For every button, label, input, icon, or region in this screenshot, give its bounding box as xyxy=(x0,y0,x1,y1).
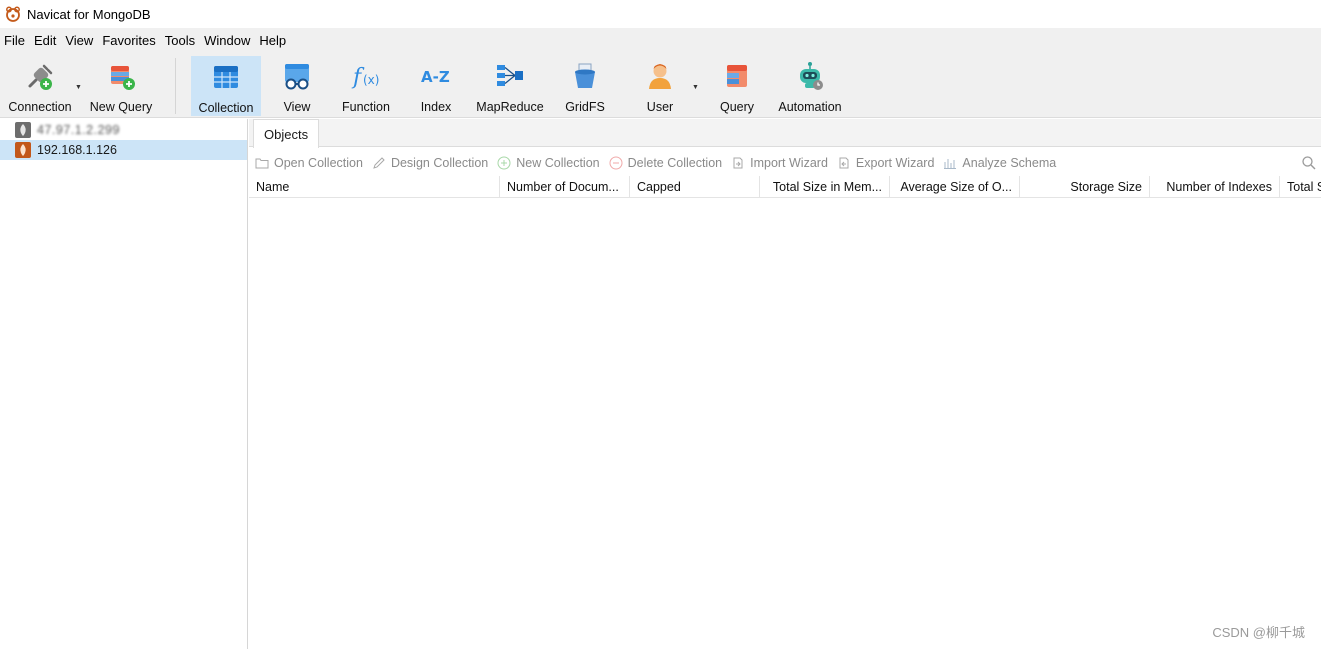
new-collection-label: New Collection xyxy=(516,156,600,170)
automation-robot-icon xyxy=(794,60,826,92)
gridfs-button[interactable]: GridFS xyxy=(556,56,614,116)
mapreduce-label: MapReduce xyxy=(476,100,544,114)
new-query-button[interactable]: New Query xyxy=(86,56,156,116)
user-button[interactable]: User xyxy=(630,56,690,116)
menu-file[interactable]: File xyxy=(0,28,30,54)
connection-item-blurred[interactable]: 47.97.1.2.299 xyxy=(0,120,247,140)
search-icon[interactable] xyxy=(1301,155,1317,171)
menu-view[interactable]: View xyxy=(61,28,98,54)
column-header-number-of-indexes[interactable]: Number of Indexes xyxy=(1150,176,1280,198)
navicat-logo-icon xyxy=(6,6,20,22)
connection-label: 47.97.1.2.299 xyxy=(37,123,120,137)
menu-help[interactable]: Help xyxy=(255,28,291,54)
tab-bar: Objects xyxy=(249,119,1321,148)
mongodb-leaf-icon xyxy=(15,142,31,158)
new-collection-button[interactable]: New Collection xyxy=(497,156,600,170)
column-header-total-size-in-memory[interactable]: Total Size in Mem... xyxy=(760,176,890,198)
query-button[interactable]: Query xyxy=(708,56,766,116)
import-icon xyxy=(731,156,745,170)
connection-label: 192.168.1.126 xyxy=(37,143,117,157)
svg-text:A-Z: A-Z xyxy=(421,68,450,86)
new-query-label: New Query xyxy=(89,100,153,114)
open-collection-button[interactable]: Open Collection xyxy=(255,156,363,170)
object-list-header: Name Number of Docum... Capped Total Siz… xyxy=(249,176,1321,198)
index-button[interactable]: A-Z Index xyxy=(405,56,467,116)
import-wizard-label: Import Wizard xyxy=(750,156,828,170)
query-icon xyxy=(721,60,753,92)
pencil-icon xyxy=(372,156,386,170)
main-toolbar: Connection ▼ New Query Collection View f… xyxy=(0,54,1321,118)
mapreduce-icon xyxy=(494,60,526,92)
user-label: User xyxy=(646,100,674,114)
automation-label: Automation xyxy=(778,100,842,114)
export-wizard-label: Export Wizard xyxy=(855,156,935,170)
menu-tools[interactable]: Tools xyxy=(161,28,200,54)
view-label: View xyxy=(283,100,311,114)
export-icon xyxy=(837,156,851,170)
window-title: Navicat for MongoDB xyxy=(27,6,151,22)
object-list[interactable]: CSDN @柳千城 xyxy=(249,199,1321,649)
column-header-average-size[interactable]: Average Size of O... xyxy=(890,176,1020,198)
function-button[interactable]: f (x) Function xyxy=(335,56,397,116)
connection-tree-panel: 47.97.1.2.299 192.168.1.126 xyxy=(0,119,248,649)
mongodb-leaf-icon xyxy=(15,122,31,138)
new-query-icon xyxy=(105,60,137,92)
gridfs-label: GridFS xyxy=(565,100,605,114)
bar-chart-icon xyxy=(943,156,957,170)
connection-dropdown-arrow-icon[interactable]: ▼ xyxy=(75,84,82,91)
minus-circle-icon xyxy=(609,156,623,170)
column-header-total[interactable]: Total S xyxy=(1280,176,1321,198)
svg-text:(x): (x) xyxy=(363,73,379,87)
folder-open-icon xyxy=(255,156,269,170)
column-header-storage-size[interactable]: Storage Size xyxy=(1020,176,1150,198)
collection-table-icon xyxy=(210,61,242,93)
collection-label: Collection xyxy=(198,101,254,115)
object-toolbar: Open Collection Design Collection New Co… xyxy=(249,152,1321,174)
view-button[interactable]: View xyxy=(266,56,328,116)
function-label: Function xyxy=(342,100,390,114)
gridfs-bucket-icon xyxy=(569,60,601,92)
connection-item-192-168-1-126[interactable]: 192.168.1.126 xyxy=(0,140,247,160)
collection-button[interactable]: Collection xyxy=(191,56,261,116)
menu-bar: File Edit View Favorites Tools Window He… xyxy=(0,28,1321,54)
connection-label: Connection xyxy=(8,100,72,114)
column-header-capped[interactable]: Capped xyxy=(630,176,760,198)
tab-objects[interactable]: Objects xyxy=(253,119,320,148)
export-wizard-button[interactable]: Export Wizard xyxy=(837,156,935,170)
query-label: Query xyxy=(719,100,755,114)
plus-circle-icon xyxy=(497,156,511,170)
connection-plug-icon xyxy=(24,60,56,92)
column-header-number-of-documents[interactable]: Number of Docum... xyxy=(500,176,630,198)
user-dropdown-arrow-icon[interactable]: ▼ xyxy=(692,84,699,91)
delete-collection-button[interactable]: Delete Collection xyxy=(609,156,723,170)
column-header-name[interactable]: Name xyxy=(249,176,500,198)
connection-button[interactable]: Connection xyxy=(4,56,76,116)
mapreduce-button[interactable]: MapReduce xyxy=(472,56,548,116)
watermark-text: CSDN @柳千城 xyxy=(1212,625,1305,640)
open-collection-label: Open Collection xyxy=(274,156,363,170)
delete-collection-label: Delete Collection xyxy=(627,156,723,170)
import-wizard-button[interactable]: Import Wizard xyxy=(731,156,828,170)
analyze-schema-label: Analyze Schema xyxy=(962,156,1057,170)
menu-edit[interactable]: Edit xyxy=(30,28,61,54)
design-collection-label: Design Collection xyxy=(390,156,489,170)
design-collection-button[interactable]: Design Collection xyxy=(372,156,488,170)
index-label: Index xyxy=(420,100,452,114)
user-avatar-icon xyxy=(644,60,676,92)
toolbar-divider xyxy=(175,58,176,114)
function-fx-icon: f (x) xyxy=(350,60,382,92)
view-glasses-icon xyxy=(281,60,313,92)
menu-window[interactable]: Window xyxy=(200,28,255,54)
analyze-schema-button[interactable]: Analyze Schema xyxy=(943,156,1056,170)
index-az-icon: A-Z xyxy=(420,60,452,92)
title-bar: Navicat for MongoDB xyxy=(0,0,1321,28)
menu-favorites[interactable]: Favorites xyxy=(98,28,160,54)
automation-button[interactable]: Automation xyxy=(772,56,848,116)
